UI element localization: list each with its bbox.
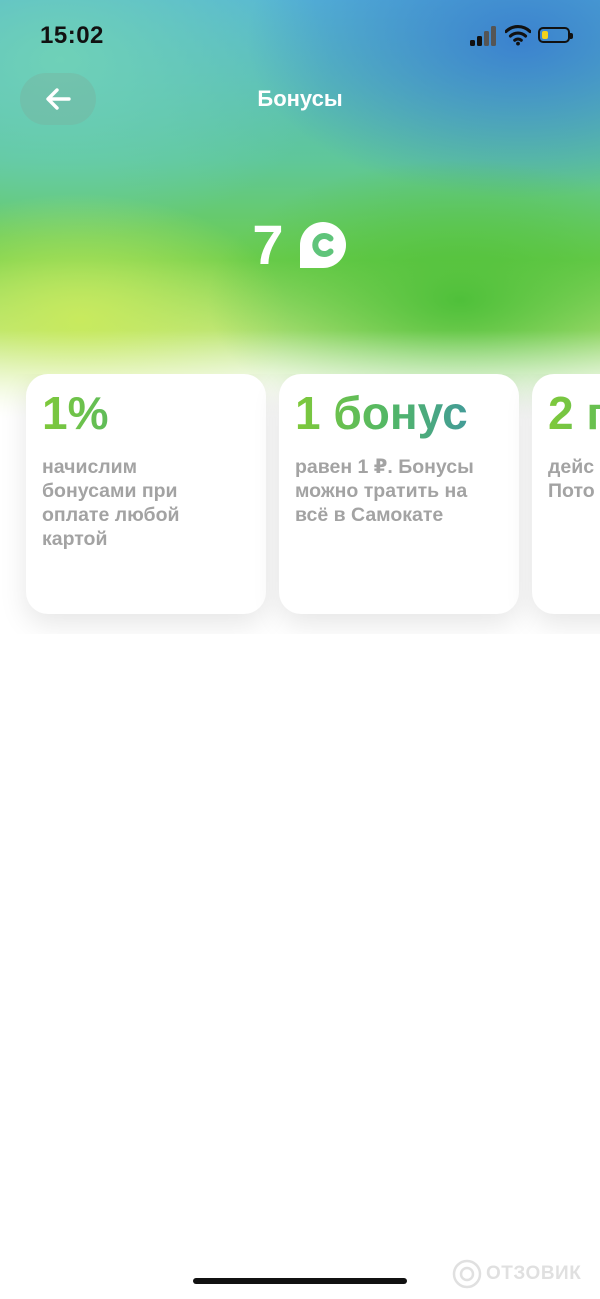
bonus-info-carousel[interactable]: 1% начислим бонусами при оплате любой ка… — [0, 374, 600, 634]
status-time: 15:02 — [40, 22, 104, 49]
card-text: равен 1 ₽. Бонусы можно тратить на всё в… — [295, 455, 474, 526]
balance-value: 7 — [252, 213, 284, 276]
status-bar: 15:02 — [0, 0, 600, 70]
battery-icon — [538, 27, 573, 43]
watermark-icon — [452, 1259, 482, 1289]
info-card-cashback[interactable]: 1% начислим бонусами при оплате любой ка… — [26, 374, 266, 614]
info-card-bonus-value[interactable]: 1 бонус равен 1 ₽. Бонусы можно тратить … — [279, 374, 519, 614]
card-heading: 1% — [42, 388, 250, 439]
watermark-logo: ОТЗОВИК — [452, 1258, 581, 1290]
wifi-icon — [505, 24, 531, 46]
watermark-text: ОТЗОВИК — [486, 1263, 582, 1284]
page-title: Бонусы — [257, 86, 343, 111]
bonus-balance: 7 — [0, 210, 600, 280]
bonus-coin-icon — [299, 222, 346, 268]
info-card-partial[interactable]: 2 п дейс Пото — [532, 374, 600, 614]
card-text: начислим бонусами при оплате любой карто… — [42, 455, 180, 550]
card-heading: 1 бонус — [295, 388, 503, 439]
card-text: дейс Пото — [548, 455, 595, 502]
card-heading: 2 п — [548, 388, 600, 439]
home-indicator[interactable] — [193, 1278, 407, 1284]
cellular-signal-icon — [470, 26, 498, 46]
battery-level — [542, 31, 548, 39]
